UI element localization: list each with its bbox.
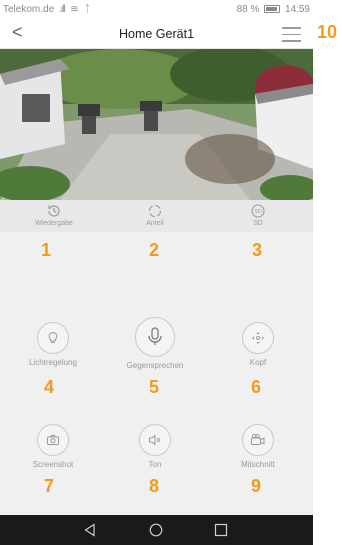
tab-label: SD — [253, 220, 263, 227]
function-tabs: Wiedergabe Anteil SD SD — [0, 200, 313, 232]
sd-card-icon: SD — [250, 203, 266, 219]
recent-apps-icon[interactable] — [213, 522, 229, 538]
menu-icon[interactable] — [282, 27, 301, 42]
recording-button[interactable]: Mitschnitt — [213, 424, 303, 469]
tab-label: Wiedergabe — [35, 220, 73, 227]
control-label: Gegensprechen — [126, 361, 184, 370]
share-icon — [147, 203, 163, 219]
nav-bar: < Home Gerät1 — [0, 20, 313, 49]
annotation-number: 6 — [251, 377, 262, 397]
control-label: Mitschnitt — [241, 460, 275, 469]
annotation-number: 7 — [44, 476, 55, 496]
tab-label: Anteil — [146, 220, 164, 227]
system-nav-bar — [0, 515, 313, 545]
control-label: Screenshot — [32, 460, 74, 469]
tab-sd[interactable]: SD SD — [223, 203, 293, 227]
home-circle-icon[interactable] — [148, 522, 164, 538]
status-right: 88 % 14:59 — [237, 4, 310, 15]
annotation-number: 2 — [149, 240, 160, 260]
intercom-button[interactable]: Gegensprechen — [110, 317, 200, 370]
clock: 14:59 — [284, 4, 310, 15]
annotation-number: 5 — [149, 377, 160, 397]
signal-icon: .ıll — [56, 4, 66, 15]
tab-wiedergabe[interactable]: Wiedergabe — [19, 203, 89, 227]
pan-tilt-button[interactable]: Kopf — [213, 322, 303, 367]
annotation-number: 8 — [149, 476, 160, 496]
light-control-button[interactable]: Lichtregelung — [8, 322, 98, 367]
camera-live-view[interactable] — [0, 49, 313, 200]
history-icon — [46, 203, 62, 219]
sound-button[interactable]: Ton — [110, 424, 200, 469]
camera-image — [0, 49, 313, 200]
video-camera-icon — [242, 424, 274, 456]
annotation-number: 4 — [44, 377, 55, 397]
tab-anteil[interactable]: Anteil — [120, 203, 190, 227]
wifi-icon: ≋ — [67, 4, 79, 15]
annotation-number: 3 — [252, 240, 263, 260]
control-label: Kopf — [249, 358, 267, 367]
phone-screen: Telekom.de .ıll ≋ ᛏ 88 % 14:59 < Home Ge… — [0, 0, 313, 545]
light-bulb-icon — [37, 322, 69, 354]
page-title: Home Gerät1 — [118, 27, 195, 41]
camera-icon — [37, 424, 69, 456]
annotation-number: 10 — [317, 22, 338, 42]
screenshot-button[interactable]: Screenshot — [8, 424, 98, 469]
annotation-number: 1 — [41, 240, 52, 260]
control-label: Lichtregelung — [28, 358, 78, 367]
control-label: Ton — [148, 460, 162, 469]
back-triangle-icon[interactable] — [82, 522, 98, 538]
battery-level: 88 % — [236, 4, 260, 15]
svg-text:SD: SD — [254, 209, 262, 215]
battery-icon — [264, 5, 281, 14]
status-bar: Telekom.de .ıll ≋ ᛏ 88 % 14:59 — [0, 0, 313, 20]
annotation-number: 9 — [251, 476, 262, 496]
microphone-icon — [135, 317, 175, 357]
speaker-mute-icon — [139, 424, 171, 456]
carrier-name: Telekom.de — [3, 4, 55, 15]
network-icon: ᛏ — [81, 4, 91, 15]
status-left: Telekom.de .ıll ≋ ᛏ — [3, 4, 90, 15]
pan-tilt-icon — [242, 322, 274, 354]
